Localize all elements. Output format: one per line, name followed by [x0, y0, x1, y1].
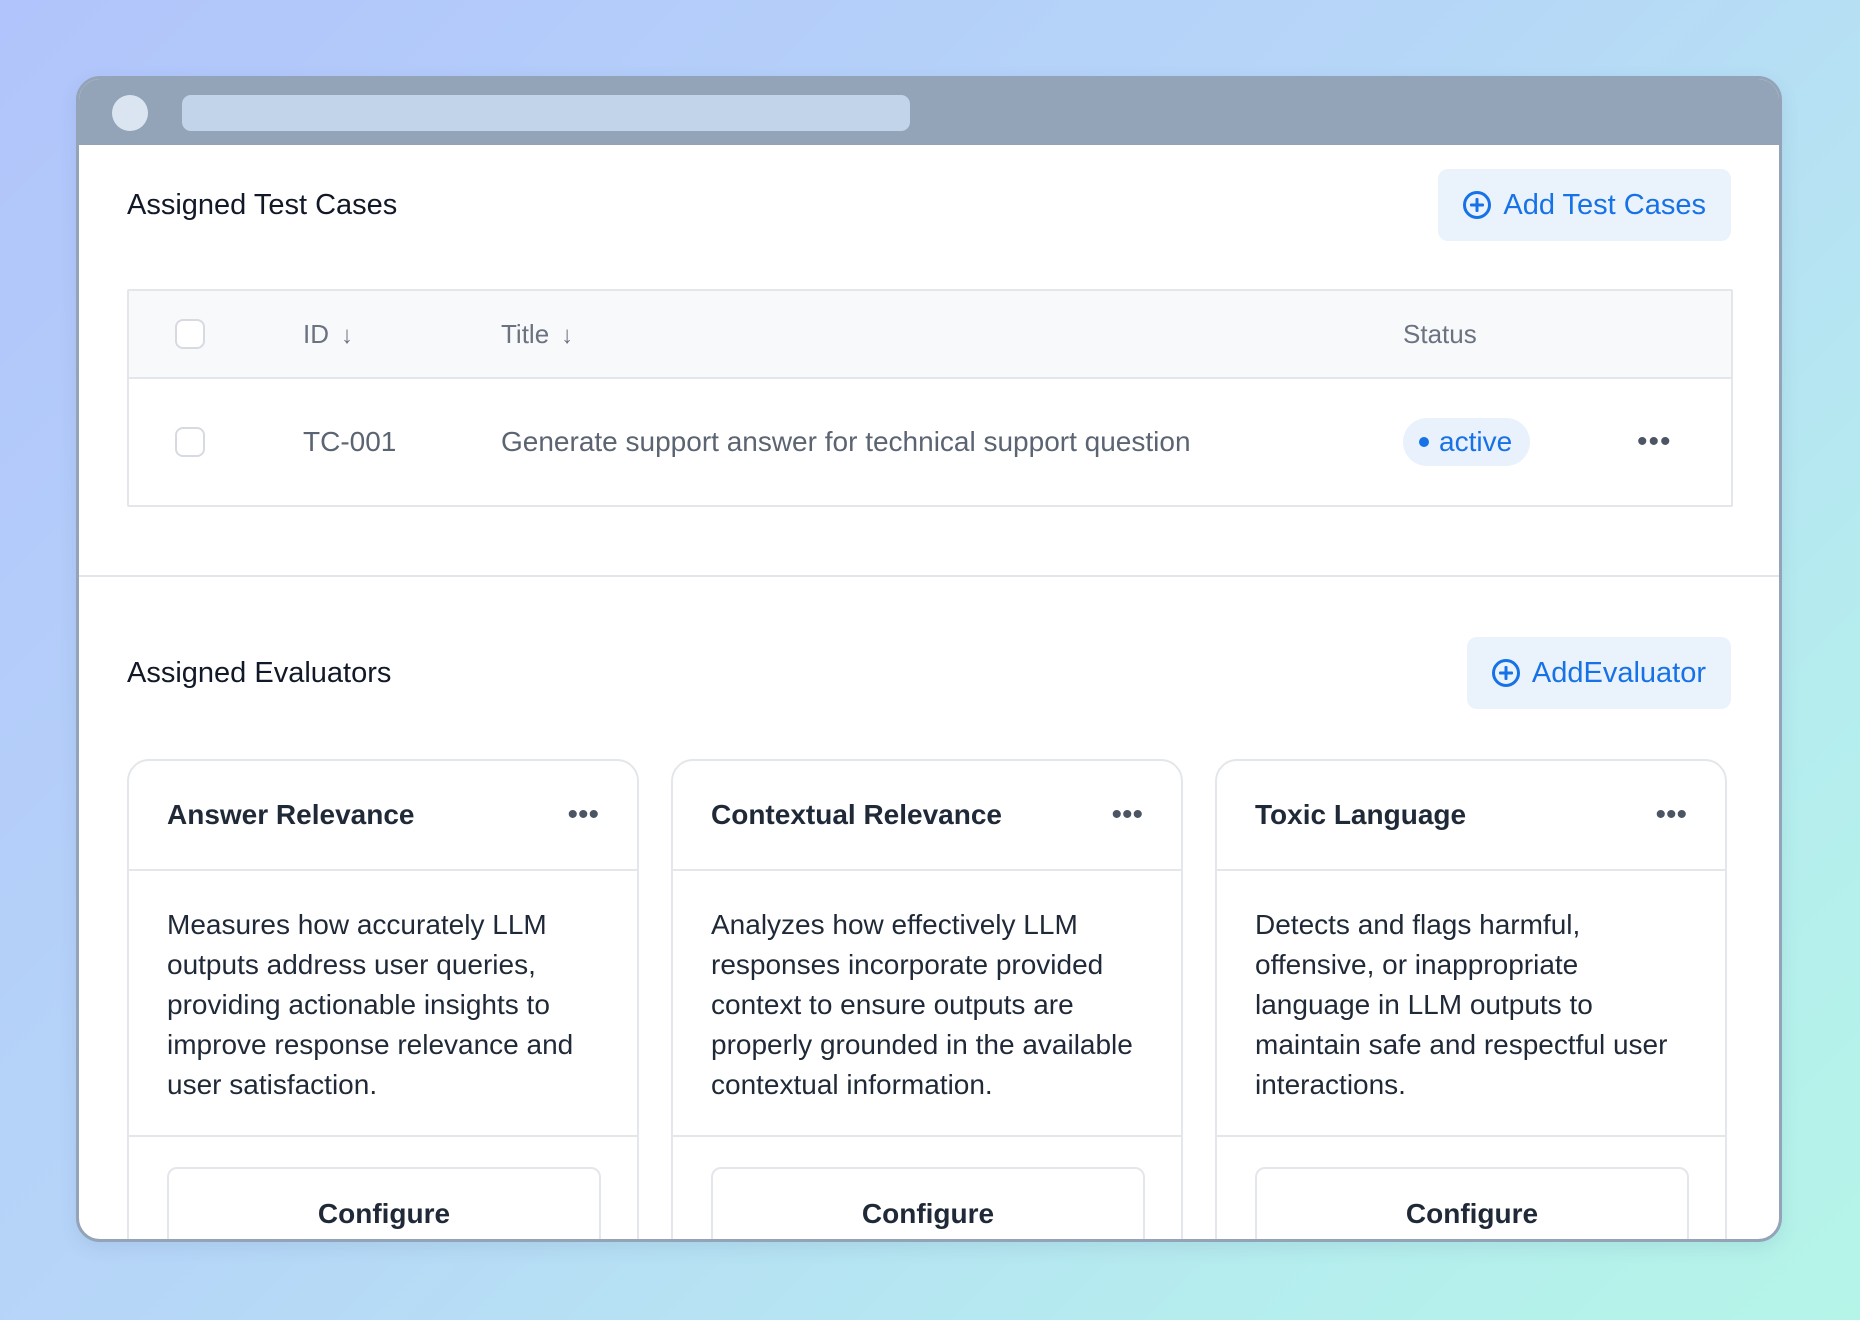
status-badge-label: active	[1439, 426, 1513, 457]
more-horizontal-icon[interactable]: •••	[1655, 798, 1687, 832]
evaluator-card-footer: Configure	[673, 1137, 1181, 1239]
evaluator-cards: Answer Relevance ••• Measures how accura…	[127, 759, 1731, 1239]
test-cases-header: Assigned Test Cases Add Test Cases	[127, 169, 1731, 241]
column-header-id[interactable]: ID ↓	[303, 319, 353, 350]
row-title: Generate support answer for technical su…	[501, 426, 1191, 457]
row-checkbox[interactable]	[175, 427, 205, 457]
evaluator-card-header: Answer Relevance •••	[129, 761, 637, 871]
more-horizontal-icon[interactable]: •••	[567, 798, 599, 832]
evaluator-card-description: Measures how accurately LLM outputs addr…	[129, 871, 637, 1137]
table-row[interactable]: TC-001 Generate support answer for techn…	[129, 379, 1731, 505]
configure-button[interactable]: Configure	[711, 1167, 1145, 1239]
arrow-down-icon: ↓	[341, 321, 353, 349]
configure-button[interactable]: Configure	[1255, 1167, 1689, 1239]
evaluators-section: Assigned Evaluators AddEvaluator Answer …	[79, 577, 1779, 1239]
column-header-status: Status	[1403, 318, 1477, 349]
column-header-title-label: Title	[501, 318, 550, 349]
evaluator-card-description: Detects and flags harmful, offensive, or…	[1217, 871, 1725, 1137]
evaluator-card-footer: Configure	[1217, 1137, 1725, 1239]
evaluator-card-description: Analyzes how effectively LLM responses i…	[673, 871, 1181, 1137]
table-header-row: ID ↓ Title ↓ Status	[129, 291, 1731, 379]
evaluator-card-header: Contextual Relevance •••	[673, 761, 1181, 871]
evaluators-title: Assigned Evaluators	[127, 656, 392, 689]
more-horizontal-icon[interactable]: •••	[1111, 798, 1143, 832]
evaluator-card-header: Toxic Language •••	[1217, 761, 1725, 871]
evaluator-card-toxic-language: Toxic Language ••• Detects and flags har…	[1215, 759, 1727, 1239]
app-window: Assigned Test Cases Add Test Cases ID ↓ T…	[76, 76, 1782, 1242]
evaluator-card-answer-relevance: Answer Relevance ••• Measures how accura…	[127, 759, 639, 1239]
evaluator-card-title: Answer Relevance	[167, 799, 415, 830]
add-test-cases-button[interactable]: Add Test Cases	[1438, 169, 1731, 241]
window-control-dot[interactable]	[112, 95, 148, 131]
evaluator-card-footer: Configure	[129, 1137, 637, 1239]
plus-circle-icon	[1463, 191, 1492, 219]
configure-button[interactable]: Configure	[167, 1167, 601, 1239]
status-badge: active	[1403, 418, 1531, 466]
evaluators-header: Assigned Evaluators AddEvaluator	[127, 637, 1731, 709]
evaluator-card-title: Contextual Relevance	[711, 799, 1002, 830]
test-cases-title: Assigned Test Cases	[127, 188, 398, 221]
more-horizontal-icon[interactable]: •••	[1637, 425, 1672, 459]
evaluator-card-contextual-relevance: Contextual Relevance ••• Analyzes how ef…	[671, 759, 1183, 1239]
arrow-down-icon: ↓	[561, 321, 574, 349]
column-header-id-label: ID	[303, 318, 329, 349]
row-id: TC-001	[303, 426, 397, 457]
column-header-title[interactable]: Title ↓	[501, 319, 573, 350]
window-titlebar	[79, 79, 1779, 145]
add-evaluator-button[interactable]: AddEvaluator	[1466, 637, 1731, 709]
address-bar[interactable]	[182, 95, 910, 131]
evaluator-card-title: Toxic Language	[1255, 799, 1467, 830]
add-evaluator-label: AddEvaluator	[1531, 656, 1706, 689]
select-all-checkbox[interactable]	[175, 319, 205, 349]
test-cases-table: ID ↓ Title ↓ Status TC-001 Generate suppor…	[127, 289, 1733, 507]
add-test-cases-label: Add Test Cases	[1503, 188, 1706, 221]
status-dot-icon	[1419, 437, 1429, 447]
test-cases-section: Assigned Test Cases Add Test Cases ID ↓ T…	[79, 145, 1779, 577]
plus-circle-icon	[1491, 659, 1520, 687]
